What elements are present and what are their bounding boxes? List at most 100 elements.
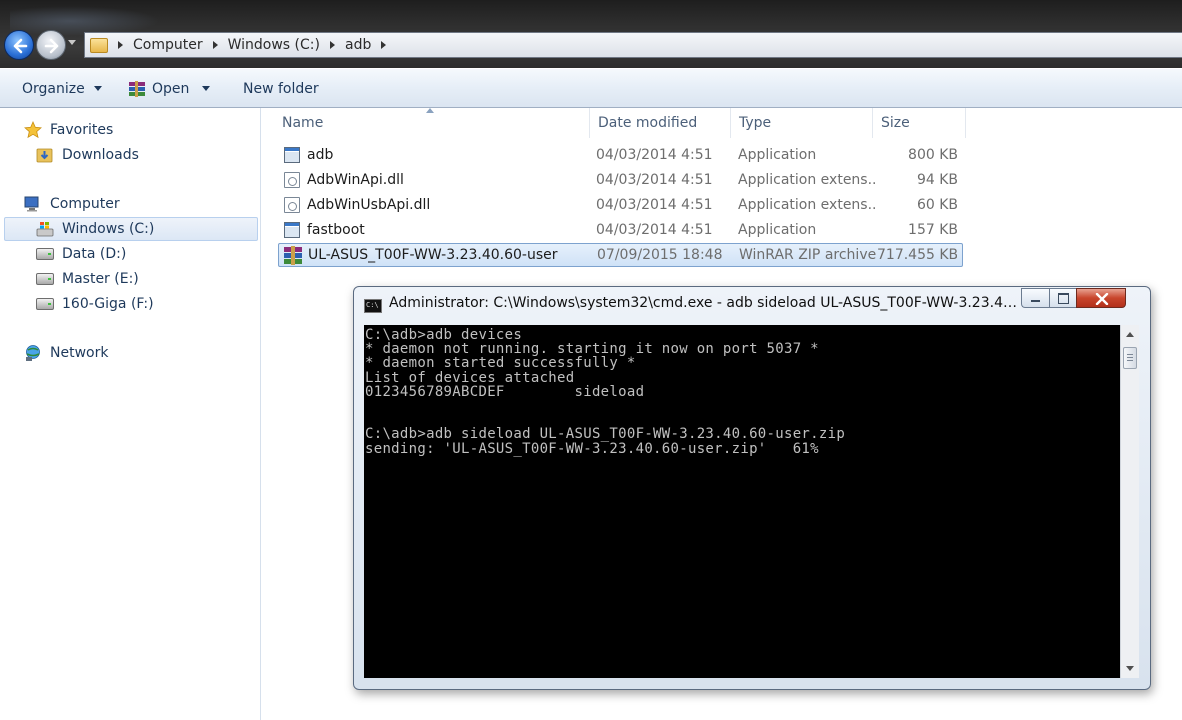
open-button[interactable]: Open [128,69,211,108]
cmd-icon: C:\ [364,299,382,313]
cmd-icon-text: C:\ [366,301,379,309]
nav-item-downloads[interactable]: Downloads [36,143,139,167]
file-name: fastboot [307,222,365,238]
nav-item-windows-c[interactable]: Windows (C:) [4,217,258,241]
close-icon [1095,293,1109,305]
forward-button[interactable] [36,30,66,60]
nav-label: Favorites [50,122,114,138]
column-header-date-modified[interactable]: Date modified [590,108,731,138]
back-arrow-icon [13,38,28,54]
drive-icon [36,248,54,260]
file-name: adb [307,147,334,163]
navigation-pane: Favorites Downloads Computer Windows (C:… [0,108,261,720]
file-date: 04/03/2014 4:51 [596,172,713,188]
organize-label: Organize [22,80,85,97]
nav-label: 160-Giga (F:) [62,296,154,312]
column-header-size[interactable]: Size [873,108,966,138]
console-output-area[interactable]: C:\adb>adb devices * daemon not running.… [364,325,1120,678]
dll-icon [284,172,300,188]
close-button[interactable] [1076,288,1126,308]
column-header-type[interactable]: Type [731,108,873,138]
new-folder-label: New folder [243,80,319,97]
file-date: 07/09/2015 18:48 [597,247,723,263]
column-header-label: Size [881,115,910,131]
file-row[interactable]: AdbWinApi.dll 04/03/2014 4:51 Applicatio… [278,169,963,193]
minimize-button[interactable] [1021,288,1049,308]
drive-icon [36,298,54,310]
file-type: Application extens... [738,172,878,188]
file-type: Application extens... [738,197,878,213]
nav-item-favorites[interactable]: Favorites [24,118,113,142]
file-size: 800 KB [908,147,958,163]
scroll-down-icon[interactable] [1126,666,1134,671]
chevron-right-icon[interactable] [118,41,123,49]
file-type: WinRAR ZIP archive [739,247,877,263]
file-name: AdbWinApi.dll [307,172,404,188]
organize-button[interactable]: Organize [22,69,102,108]
column-header-label: Date modified [598,115,698,131]
nav-item-master-e[interactable]: Master (E:) [36,267,139,291]
console-text: C:\adb>adb devices * daemon not running.… [365,327,846,457]
open-label: Open [152,80,190,97]
nav-item-160-giga-f[interactable]: 160-Giga (F:) [36,292,154,316]
file-size: 717.455 KB [877,247,957,263]
file-name: UL-ASUS_T00F-WW-3.23.40.60-user [308,247,558,263]
nav-label: Master (E:) [62,271,139,287]
file-row-selected[interactable]: UL-ASUS_T00F-WW-3.23.40.60-user 07/09/20… [278,243,963,267]
dll-icon [284,197,300,213]
column-header-label: Type [739,115,772,131]
scroll-up-icon[interactable] [1126,332,1134,337]
column-header-label: Name [282,115,324,131]
file-size: 157 KB [908,222,958,238]
nav-label: Network [50,345,109,361]
breadcrumb-adb[interactable]: adb [345,37,371,53]
explorer-title-area: Computer Windows (C:) adb [0,0,1182,68]
file-row[interactable]: fastboot 04/03/2014 4:51 Application 157… [278,219,963,243]
maximize-button[interactable] [1049,288,1076,308]
nav-label: Downloads [62,147,139,163]
recent-pages-dropdown[interactable] [68,40,76,45]
chevron-right-icon[interactable] [329,41,335,49]
chevron-right-icon[interactable] [381,41,387,49]
command-bar: Organize Open New folder [0,68,1182,108]
file-date: 04/03/2014 4:51 [596,222,713,238]
file-date: 04/03/2014 4:51 [596,147,713,163]
chevron-right-icon[interactable] [212,41,218,49]
file-size: 60 KB [916,197,958,213]
file-row[interactable]: AdbWinUsbApi.dll 04/03/2014 4:51 Applica… [278,194,963,218]
file-date: 04/03/2014 4:51 [596,197,713,213]
file-type: Application [738,222,817,238]
chevron-down-icon [93,86,102,91]
winrar-archive-icon [283,246,303,265]
nav-label: Data (D:) [62,246,127,262]
address-bar[interactable]: Computer Windows (C:) adb [84,32,1182,58]
column-header-name[interactable]: Name [274,108,590,138]
application-icon [284,147,300,163]
back-button[interactable] [4,30,34,60]
new-folder-button[interactable]: New folder [243,69,319,108]
file-row[interactable]: adb 04/03/2014 4:51 Application 800 KB [278,144,963,168]
application-icon [284,222,300,238]
cmd-window[interactable]: C:\ Administrator: C:\Windows\system32\c… [353,286,1151,690]
nav-item-network[interactable]: Network [24,341,108,365]
nav-item-computer[interactable]: Computer [24,192,120,216]
scrollbar-thumb[interactable] [1123,347,1137,369]
folder-icon [90,37,108,53]
star-icon [24,120,42,139]
downloads-folder-icon [36,146,54,164]
chevron-down-icon[interactable] [202,86,211,91]
file-name: AdbWinUsbApi.dll [307,197,431,213]
file-type: Application [738,147,817,163]
console-scrollbar[interactable] [1120,325,1139,678]
winrar-icon [128,80,146,98]
breadcrumb-windows-c[interactable]: Windows (C:) [228,37,320,53]
drive-icon [36,273,54,285]
windows-drive-icon [36,220,54,238]
forward-arrow-icon [44,38,59,54]
nav-label: Computer [50,196,120,212]
file-size: 94 KB [916,172,958,188]
network-icon [24,344,42,362]
breadcrumb-computer[interactable]: Computer [133,37,203,53]
nav-item-data-d[interactable]: Data (D:) [36,242,126,266]
cmd-window-title: Administrator: C:\Windows\system32\cmd.e… [389,295,1019,311]
